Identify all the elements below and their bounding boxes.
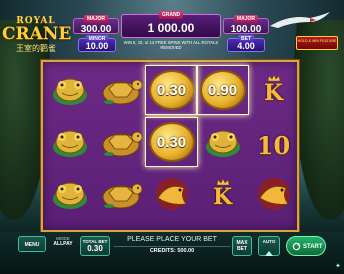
jackpot-value: 100.00 (230, 24, 262, 35)
jackpot-value: 300.00 (80, 24, 112, 35)
royal-symbol: 10 (248, 118, 299, 166)
jackpot-grand: GRAND 1 000.00 (121, 11, 221, 38)
spin-icon (292, 242, 301, 251)
crane-bird-icon (270, 12, 330, 28)
golden-frog-icon (44, 118, 95, 166)
logo-chinese: 王室的鹳雀 (16, 44, 56, 53)
jackpot-minor-value: 10.00 (85, 41, 109, 51)
jackpot-major-right: MAJOR 100.00 (223, 15, 269, 35)
jackpot-grand-value: 1 000.00 (147, 21, 195, 35)
coin-symbol: 0.90 (196, 65, 249, 115)
golden-turtle-icon (95, 118, 146, 166)
royal-symbol: K (248, 66, 299, 114)
start-label: START (303, 244, 323, 250)
game-logo: ROYAL CRANE 王室的鹳雀 (2, 16, 72, 56)
golden-koi-icon (248, 170, 299, 218)
jackpot-label: MAJOR (233, 15, 259, 23)
coin-symbol: 0.30 (145, 117, 198, 167)
free-spins-note: WIN 6, 10, or 14 FREE SPINS WITH ALL ROY… (123, 40, 219, 50)
mode-display[interactable]: MODE ALLPAY (50, 236, 76, 252)
golden-frog-icon (44, 66, 95, 114)
auto-button[interactable]: AUTO (258, 236, 280, 256)
jackpot-grand-label: GRAND (158, 11, 184, 19)
total-bet-value: 0.30 (87, 244, 103, 253)
logo-crane: CRANE (2, 24, 72, 44)
bet-value: 4.00 (237, 41, 255, 51)
promo-badge: HOLD & WIN FEATURE (296, 36, 338, 50)
tree-right (294, 20, 344, 220)
royal-symbol: K (197, 170, 248, 218)
auto-label: AUTO (262, 239, 276, 244)
favorite-star-icon[interactable]: ✦ (335, 262, 341, 270)
golden-frog-icon (44, 170, 95, 218)
jackpot-major-left: MAJOR 300.00 (73, 15, 119, 35)
coin-symbol: 0.30 (145, 65, 198, 115)
golden-frog-icon (197, 118, 248, 166)
jackpot-label: MAJOR (83, 15, 109, 23)
jackpot-minor: MINOR 10.00 (78, 35, 116, 52)
coin-highlight (196, 65, 249, 115)
coin-highlight (145, 65, 198, 115)
reel-grid: 0.30 0.90 K 0.30 10 K (41, 60, 299, 232)
golden-koi-icon (146, 170, 197, 218)
crown-icon (216, 173, 230, 191)
max-bet-label: MAX BET (236, 240, 248, 252)
max-bet-button[interactable]: MAX BET (232, 236, 252, 256)
golden-turtle-icon (95, 170, 146, 218)
coin-highlight (145, 117, 198, 167)
auto-play-icon (265, 251, 273, 256)
message-divider (114, 246, 230, 247)
total-bet-button[interactable]: TOTAL BET 0.30 (80, 236, 110, 256)
royal-letter: 10 (256, 130, 291, 160)
start-button[interactable]: START (286, 236, 326, 256)
golden-turtle-icon (95, 66, 146, 114)
bet-display: BET 4.00 (227, 35, 265, 52)
status-message: PLEASE PLACE YOUR BET (127, 236, 217, 243)
menu-button[interactable]: MENU (18, 236, 46, 252)
credits-display: CREDITS: 500.00 (149, 248, 195, 254)
menu-label: MENU (24, 242, 40, 248)
crown-icon (267, 69, 281, 87)
mode-value: ALLPAY (53, 241, 73, 247)
